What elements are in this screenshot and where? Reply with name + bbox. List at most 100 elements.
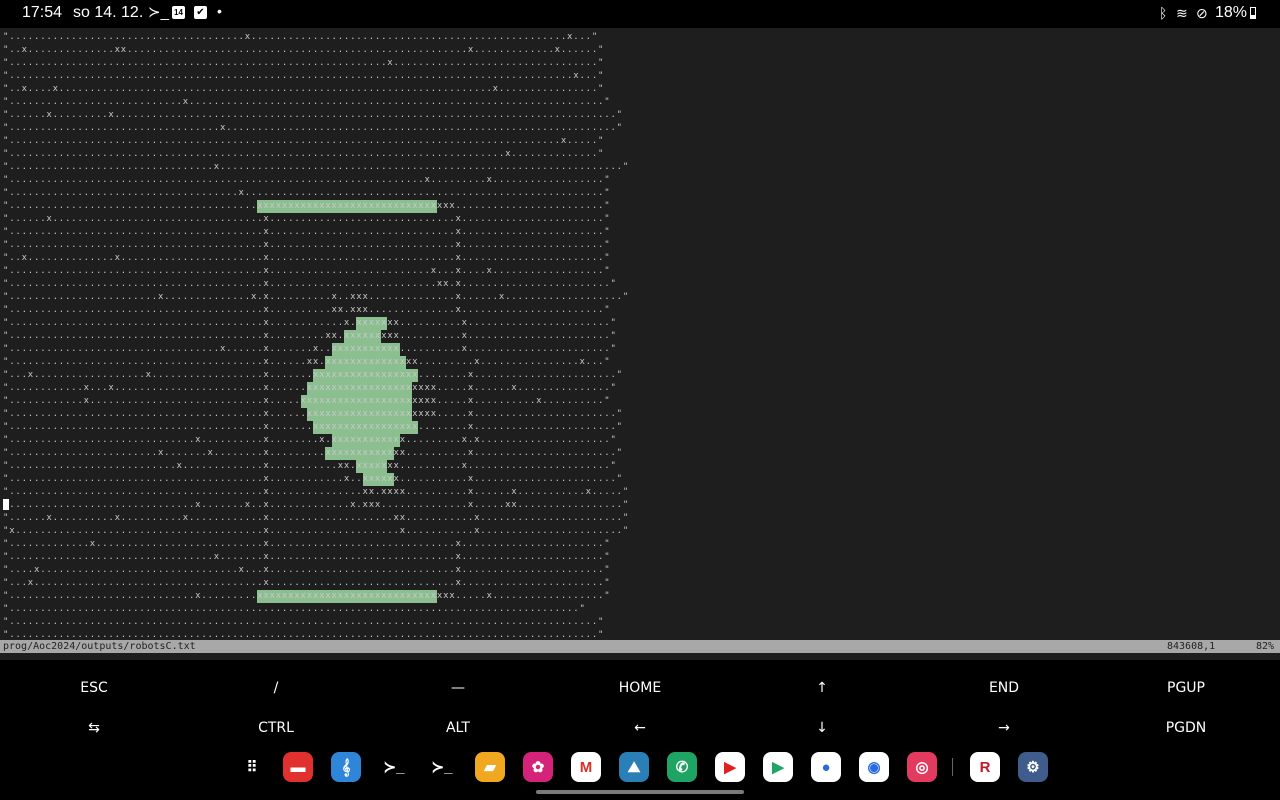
terminal-line: ".......................................… xyxy=(3,617,605,627)
key-left-arrow[interactable]: ← xyxy=(549,708,731,748)
settings-app-icon[interactable]: ⚙ xyxy=(1018,752,1048,782)
terminal-line: "......x................................… xyxy=(3,214,611,224)
key-esc[interactable]: ESC xyxy=(3,668,185,708)
key-home[interactable]: HOME xyxy=(549,668,731,708)
terminal-line: "..............................x........… xyxy=(3,435,617,445)
terminal-line: ".....................................x.… xyxy=(3,188,611,198)
key-up-arrow[interactable]: ↑ xyxy=(731,668,913,708)
terminal-line: ".................................x.....… xyxy=(3,162,630,172)
calendar-icon: 14 xyxy=(172,6,185,19)
terminal-line: "......x.........x......................… xyxy=(3,110,623,120)
key-pgdn[interactable]: PGDN xyxy=(1095,708,1277,748)
notes-app-icon[interactable]: ▬ xyxy=(283,752,313,782)
cursor-position: 843608,1 xyxy=(1167,641,1216,652)
terminal-line: ".......................................… xyxy=(3,227,611,237)
terminal-line: ".......................................… xyxy=(3,474,623,484)
terminal-line: "..x..............xx....................… xyxy=(3,45,605,55)
messages-app-icon[interactable]: ● xyxy=(811,752,841,782)
terminal-line: ".......................................… xyxy=(3,604,586,614)
text-cursor xyxy=(3,499,9,510)
vim-status-line: prog/Aoc2024/outputs/robotsC.txt 843608,… xyxy=(0,640,1280,653)
key-ctrl[interactable]: CTRL xyxy=(185,708,367,748)
terminal-line: "..................................x....… xyxy=(3,123,623,133)
key-alt[interactable]: ALT xyxy=(367,708,549,748)
bluetooth-icon: ᛒ xyxy=(1159,5,1168,21)
terminal-line: "...x..................x................… xyxy=(3,370,623,380)
terminal-line: "..............................x........… xyxy=(3,591,611,601)
terminal-line: "..x....x...............................… xyxy=(3,84,605,94)
terminal-line: ".............x.........................… xyxy=(3,539,611,549)
phone-app-icon[interactable]: ✆ xyxy=(667,752,697,782)
dock-divider xyxy=(952,758,953,776)
task-check-icon: ✔ xyxy=(194,6,207,19)
terminal-line: "...........................x...........… xyxy=(3,461,617,471)
key-end[interactable]: END xyxy=(913,668,1095,708)
status-time: 17:54 xyxy=(22,4,63,21)
do-not-disturb-icon: ⊘ xyxy=(1196,5,1208,21)
terminal-line: "............x...x......................… xyxy=(3,383,617,393)
terminal-line: ".......................................… xyxy=(3,331,617,341)
youtube-app-icon[interactable]: ▶ xyxy=(715,752,745,782)
terminal-line: ".......................................… xyxy=(3,175,611,185)
dot-icon: • xyxy=(217,3,222,19)
terminal-app-icon-2[interactable]: ≻_ xyxy=(427,752,457,782)
extra-keys-bar: ESC / — HOME ↑ END PGUP ⇆ CTRL ALT ← ↓ →… xyxy=(0,668,1280,750)
terminal-line: "..................................x....… xyxy=(3,344,617,354)
rakuten-app-icon[interactable]: R xyxy=(970,752,1000,782)
terminal-line: "......x..........x..........x..........… xyxy=(3,513,630,523)
terminal-view[interactable]: "......................................x… xyxy=(0,28,1280,660)
terminal-line: "..x..............x.....................… xyxy=(3,253,611,263)
flower-app-icon[interactable]: ✿ xyxy=(523,752,553,782)
terminal-line: ".......................................… xyxy=(3,71,605,81)
terminal-line: "........................x.......x......… xyxy=(3,448,623,458)
terminal-line: "....x................................x.… xyxy=(3,565,611,575)
key-down-arrow[interactable]: ↓ xyxy=(731,708,913,748)
home-gesture-bar[interactable] xyxy=(536,790,744,794)
terminal-line: ".......................................… xyxy=(3,58,605,68)
terminal-line: ".......................................… xyxy=(3,201,611,211)
terminal-line: ".................................x.....… xyxy=(3,552,611,562)
terminal-line: ".......................................… xyxy=(3,266,611,276)
app-dock: ⠿ ▬ 𝄞 ≻_ ≻_ ▰ ✿ M ⛰ ✆ ▶ ▶ ● ◉ ◎ R ⚙ xyxy=(0,748,1280,800)
wifi-icon: ≋ xyxy=(1176,5,1188,21)
app-drawer-icon[interactable]: ⠿ xyxy=(237,752,267,782)
climbing-app-icon[interactable]: ⛰ xyxy=(619,752,649,782)
status-bar: 17:54 so 14. 12. ≻_ 14 ✔ • ᛒ ≋ ⊘ 18% xyxy=(0,0,1280,28)
terminal-line: ".......................................… xyxy=(3,136,605,146)
terminal-line: ".......................................… xyxy=(3,422,623,432)
terminal-icon: ≻_ xyxy=(148,4,169,21)
terminal-line: ".......................................… xyxy=(3,487,630,497)
gmail-app-icon[interactable]: M xyxy=(571,752,601,782)
status-date: so 14. 12. xyxy=(73,4,144,21)
file-path: prog/Aoc2024/outputs/robotsC.txt xyxy=(3,641,196,652)
key-tab[interactable]: ⇆ xyxy=(3,708,185,748)
battery-percent: 18% xyxy=(1215,4,1248,21)
terminal-line: "...x...................................… xyxy=(3,578,611,588)
chrome-app-icon[interactable]: ◉ xyxy=(859,752,889,782)
terminal-line: "..............................x.......x… xyxy=(3,500,630,510)
terminal-line: ".......................................… xyxy=(3,279,617,289)
vim-text-buffer[interactable]: "......................................x… xyxy=(3,31,639,641)
terminal-line: ".......................................… xyxy=(3,318,617,328)
terminal-line: ".......................................… xyxy=(3,630,605,640)
files-app-icon[interactable]: ▰ xyxy=(475,752,505,782)
terminal-line: "........................x..............… xyxy=(3,292,630,302)
key-dash[interactable]: — xyxy=(367,668,549,708)
terminal-line: ".......................................… xyxy=(3,149,605,159)
terminal-line: ".......................................… xyxy=(3,240,611,250)
scroll-percent: 82% xyxy=(1256,641,1275,652)
play-store-app-icon[interactable]: ▶ xyxy=(763,752,793,782)
key-slash[interactable]: / xyxy=(185,668,367,708)
key-pgup[interactable]: PGUP xyxy=(1095,668,1277,708)
terminal-line: ".......................................… xyxy=(3,409,623,419)
terminal-line: ".......................................… xyxy=(3,305,611,315)
terminal-line: ".......................................… xyxy=(3,357,611,367)
key-right-arrow[interactable]: → xyxy=(913,708,1095,748)
terminal-app-icon[interactable]: ≻_ xyxy=(379,752,409,782)
camera-app-icon[interactable]: ◎ xyxy=(907,752,937,782)
terminal-line: "............x..........................… xyxy=(3,396,611,406)
terminal-line: "............................x..........… xyxy=(3,97,611,107)
music-app-icon[interactable]: 𝄞 xyxy=(331,752,361,782)
battery-icon xyxy=(1250,7,1256,19)
terminal-line: "x......................................… xyxy=(3,526,630,536)
